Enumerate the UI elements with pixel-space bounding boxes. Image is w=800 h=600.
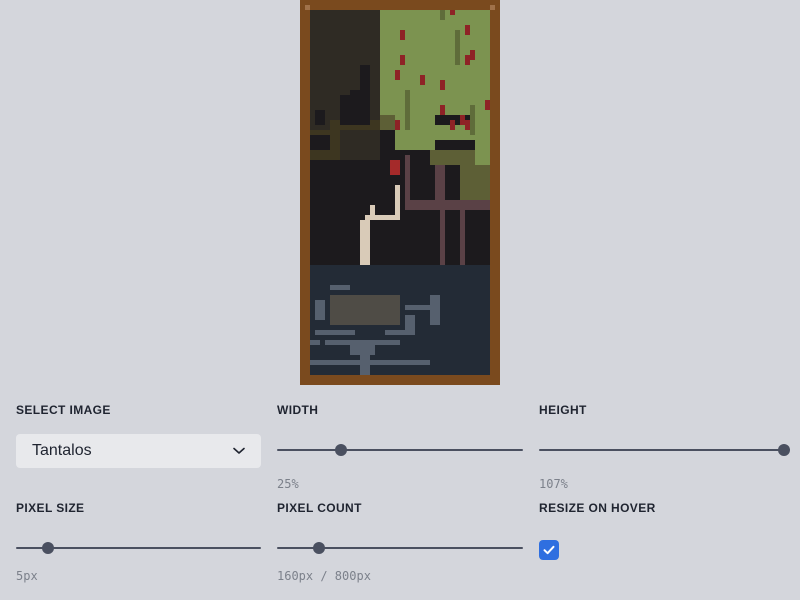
pixel-size-readout: 5px [16, 569, 38, 583]
width-slider[interactable] [277, 443, 523, 457]
height-slider-track [539, 449, 784, 451]
height-slider-thumb[interactable] [778, 444, 790, 456]
width-label: Width [277, 403, 319, 417]
image-select-dropdown[interactable]: Tantalos [16, 434, 261, 468]
width-readout: 25% [277, 477, 299, 491]
pixel-size-slider[interactable] [16, 541, 261, 555]
app: Select Image Tantalos Width 25% Height 1… [0, 0, 800, 600]
resize-on-hover-checkbox[interactable] [539, 540, 559, 560]
picture-frame [300, 0, 500, 385]
check-icon [543, 545, 555, 555]
height-label: Height [539, 403, 587, 417]
resize-on-hover-label: Resize on hover [539, 501, 656, 515]
frame-nail-right [490, 5, 495, 10]
pixel-size-slider-thumb[interactable] [41, 542, 54, 554]
height-slider[interactable] [539, 443, 790, 457]
pixel-art-image [310, 10, 490, 375]
pixel-count-slider[interactable] [277, 541, 523, 555]
width-slider-thumb[interactable] [334, 444, 347, 456]
pixel-size-label: Pixel Size [16, 501, 85, 515]
pixel-count-readout: 160px / 800px [277, 569, 371, 583]
selected-image-value: Tantalos [32, 442, 92, 459]
width-slider-track [277, 449, 523, 451]
pixel-art-canvas [310, 10, 490, 375]
chevron-down-icon [233, 447, 245, 454]
pixel-count-label: Pixel Count [277, 501, 362, 515]
pixel-count-slider-thumb[interactable] [312, 542, 325, 554]
select-image-label: Select Image [16, 403, 111, 417]
height-readout: 107% [539, 477, 568, 491]
